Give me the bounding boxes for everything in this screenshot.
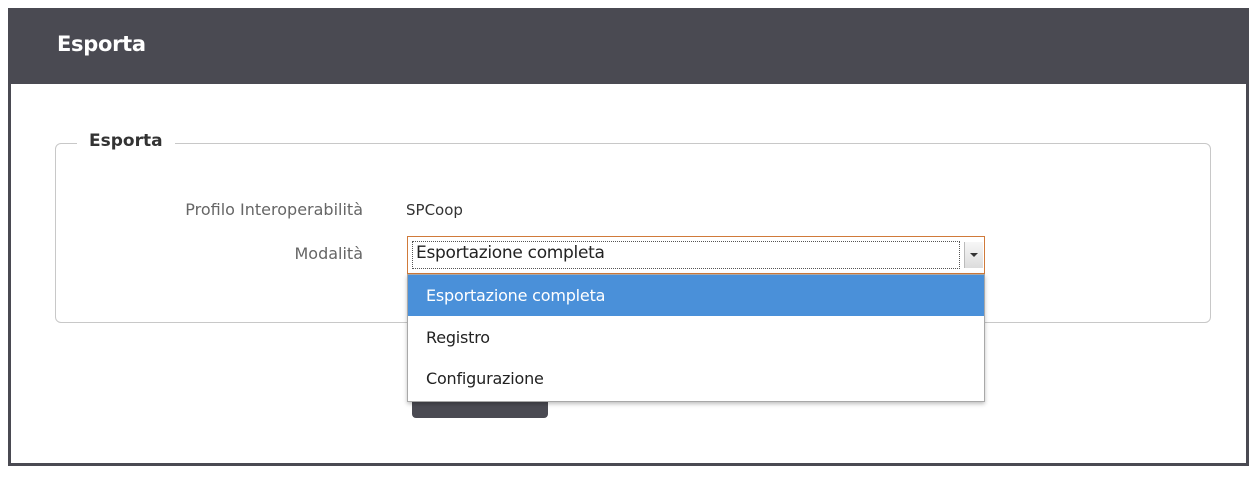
modalita-select[interactable]: Esportazione completa <box>407 236 985 274</box>
dropdown-option-registro[interactable]: Registro <box>408 317 984 358</box>
modalita-label: Modalità <box>294 244 363 263</box>
dropdown-option-configurazione[interactable]: Configurazione <box>408 358 984 399</box>
dropdown-option-esportazione-completa[interactable]: Esportazione completa <box>408 275 984 316</box>
select-current-value[interactable]: Esportazione completa <box>416 243 605 263</box>
export-panel: Esporta Esporta Profilo Interoperabilità… <box>8 8 1249 466</box>
chevron-down-icon[interactable] <box>964 242 983 268</box>
label-column: Profilo Interoperabilità Modalità <box>111 8 363 478</box>
profilo-value: SPCoop <box>406 201 463 219</box>
profilo-label: Profilo Interoperabilità <box>185 200 363 219</box>
modalita-dropdown-list: Esportazione completa Registro Configura… <box>407 274 985 402</box>
